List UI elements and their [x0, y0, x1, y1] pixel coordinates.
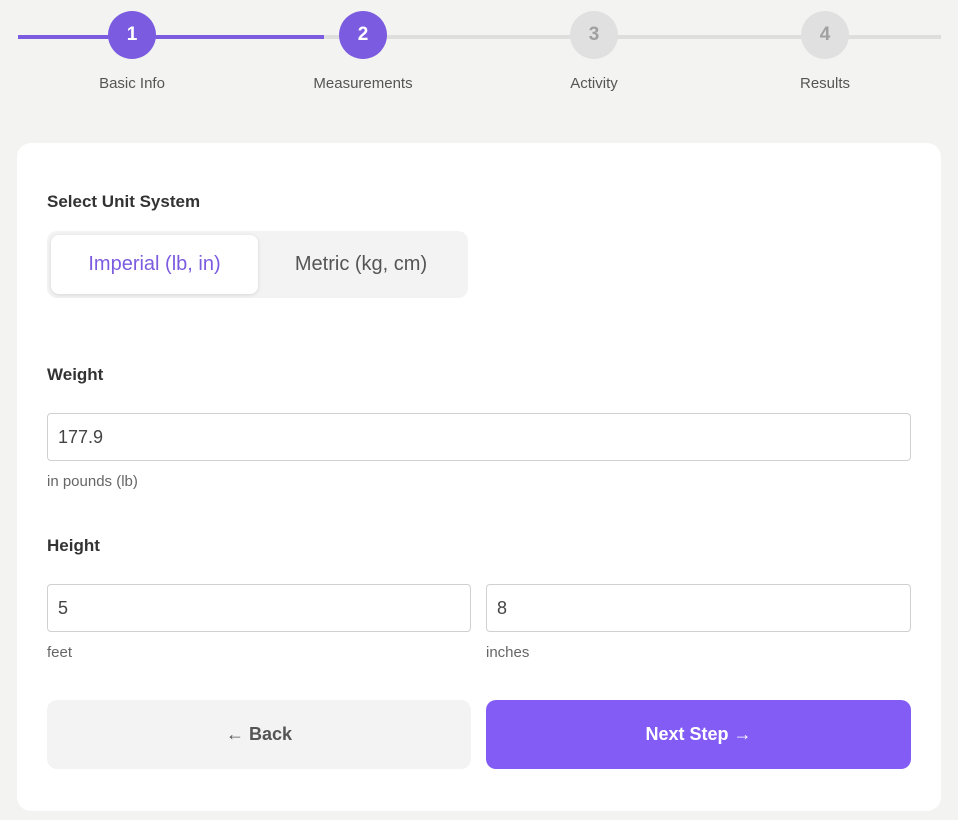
weight-input[interactable] [47, 413, 911, 461]
height-label: Height [47, 536, 100, 555]
step-activity: 3 Activity [524, 11, 664, 92]
unit-option-imperial[interactable]: Imperial (lb, in) [51, 235, 258, 294]
height-feet-input[interactable] [47, 584, 471, 632]
unit-system-toggle: Imperial (lb, in) Metric (kg, cm) [47, 231, 468, 298]
feet-hint: feet [47, 644, 73, 661]
step-number-badge: 3 [570, 11, 618, 59]
step-results: 4 Results [755, 11, 895, 92]
unit-system-label: Select Unit System [47, 192, 201, 211]
step-number-badge: 1 [108, 11, 156, 59]
back-button[interactable]: ← Back [47, 700, 471, 769]
next-step-button[interactable]: Next Step → [486, 700, 911, 769]
step-label: Activity [570, 75, 618, 92]
unit-option-metric[interactable]: Metric (kg, cm) [258, 235, 464, 294]
progress-stepper: 1 Basic Info 2 Measurements 3 Activity 4… [0, 0, 958, 110]
step-label: Measurements [313, 75, 413, 92]
measurements-form-card: Select Unit System Imperial (lb, in) Met… [17, 143, 941, 811]
step-number-badge: 2 [339, 11, 387, 59]
height-inches-input[interactable] [486, 584, 911, 632]
weight-unit-hint: in pounds (lb) [47, 473, 138, 490]
step-label: Basic Info [99, 75, 165, 92]
step-basic-info[interactable]: 1 Basic Info [62, 11, 202, 92]
step-label: Results [799, 75, 851, 92]
step-number-badge: 4 [801, 11, 849, 59]
weight-label: Weight [47, 365, 104, 384]
step-measurements[interactable]: 2 Measurements [293, 11, 433, 92]
inches-hint: inches [486, 644, 530, 661]
